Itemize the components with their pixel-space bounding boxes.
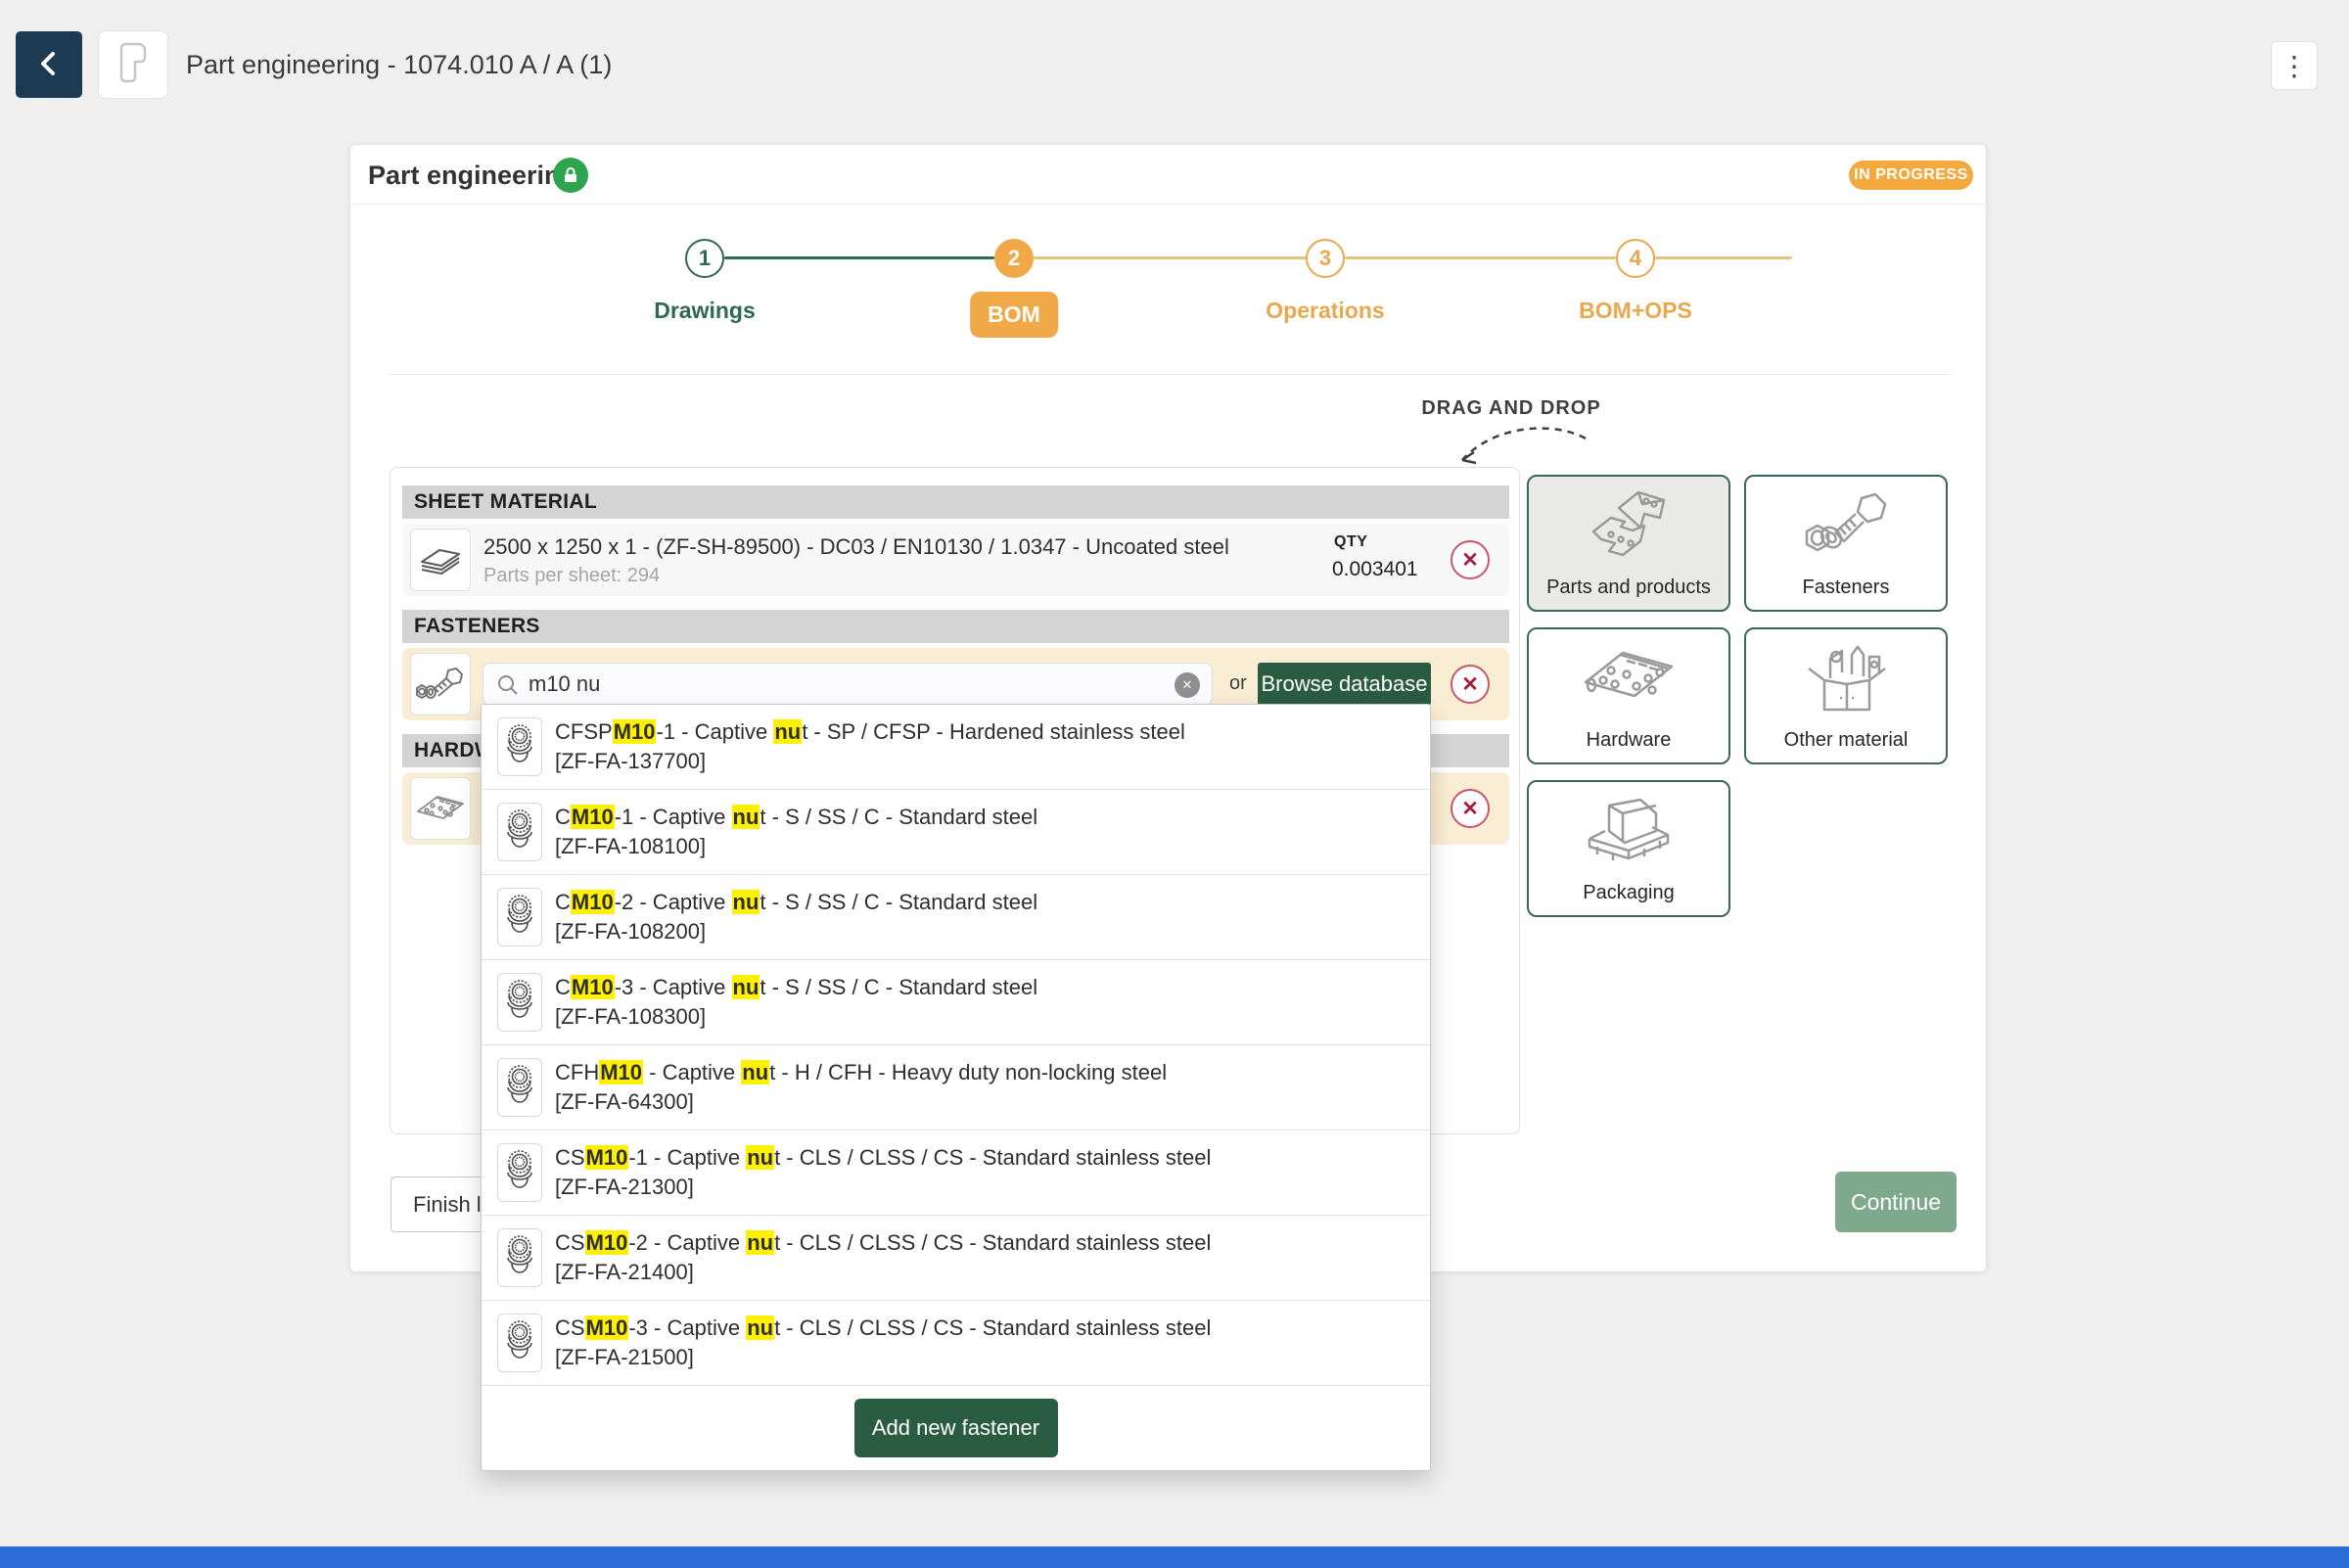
kebab-menu-button[interactable]: ⋮ xyxy=(2271,41,2318,90)
result-text: CM10-1 - Captive nut - S / SS / C - Stan… xyxy=(555,803,1037,861)
search-result-item[interactable]: CFSPM10-1 - Captive nut - SP / CFSP - Ha… xyxy=(482,705,1430,790)
result-text: CM10-2 - Captive nut - S / SS / C - Stan… xyxy=(555,888,1037,946)
qty-value: 0.003401 xyxy=(1332,558,1430,581)
fastener-search-box: ✕ xyxy=(483,663,1213,706)
step-4-circle[interactable]: 4 xyxy=(1616,239,1655,278)
bolt-nut-small-icon xyxy=(410,653,471,715)
category-label: Fasteners xyxy=(1746,576,1946,599)
divider xyxy=(350,204,1986,205)
box-tools-icon xyxy=(1801,637,1891,724)
category-card-hardware[interactable]: Hardware xyxy=(1527,627,1730,764)
part-outline-icon xyxy=(114,40,153,90)
status-badge: IN PROGRESS xyxy=(1849,161,1973,190)
result-text: CM10-3 - Captive nut - S / SS / C - Stan… xyxy=(555,973,1037,1032)
material-category-palette: Parts and products Fasteners Hardware Other… xyxy=(1527,475,1950,917)
category-label: Other material xyxy=(1746,729,1946,752)
search-result-item[interactable]: CSM10-2 - Captive nut - CLS / CLSS / CS … xyxy=(482,1216,1430,1301)
step-4-label[interactable]: BOM+OPS xyxy=(1579,298,1692,324)
section-header-sheet-material: SHEET MATERIAL xyxy=(402,485,1509,519)
step-2-circle[interactable]: 2 xyxy=(994,239,1034,278)
stepper-line-4 xyxy=(1655,256,1792,259)
category-label: Hardware xyxy=(1529,729,1728,752)
result-text: CFHM10 - Captive nut - H / CFH - Heavy d… xyxy=(555,1058,1167,1117)
captive-nut-icon xyxy=(497,717,542,776)
drag-and-drop-label: DRAG AND DROP xyxy=(1421,397,1600,420)
search-result-item[interactable]: CM10-3 - Captive nut - S / SS / C - Stan… xyxy=(482,960,1430,1045)
step-1-label[interactable]: Drawings xyxy=(654,298,756,324)
step-3-circle[interactable]: 3 xyxy=(1306,239,1345,278)
card-title: Part engineering xyxy=(368,161,576,191)
captive-nut-icon xyxy=(497,973,542,1032)
captive-nut-icon xyxy=(497,803,542,861)
sheet-stack-icon xyxy=(410,529,471,591)
category-card-packaging[interactable]: Packaging xyxy=(1527,780,1730,917)
result-text: CSM10-2 - Captive nut - CLS / CLSS / CS … xyxy=(555,1228,1211,1287)
category-card-other-material[interactable]: Other material xyxy=(1744,627,1948,764)
stepper-line-3 xyxy=(1345,256,1616,259)
captive-nut-icon xyxy=(497,1143,542,1202)
add-new-fastener-button[interactable]: Add new fastener xyxy=(854,1399,1058,1457)
result-text: CFSPM10-1 - Captive nut - SP / CFSP - Ha… xyxy=(555,717,1185,776)
category-card-parts-and-products[interactable]: Parts and products xyxy=(1527,475,1730,612)
stepper-line-1 xyxy=(724,256,994,259)
remove-hardware-button[interactable]: ✕ xyxy=(1451,789,1490,828)
parts-per-sheet: Parts per sheet: 294 xyxy=(484,565,660,587)
remove-fastener-button[interactable]: ✕ xyxy=(1451,665,1490,704)
divider xyxy=(388,374,1951,375)
captive-nut-icon xyxy=(497,1314,542,1372)
sheet-parts-icon xyxy=(1582,484,1676,572)
hinge-icon xyxy=(1580,637,1678,720)
continue-button[interactable]: Continue xyxy=(1835,1172,1957,1232)
qty-block: QTY 0.003401 xyxy=(1332,533,1430,581)
search-result-item[interactable]: CM10-2 - Captive nut - S / SS / C - Stan… xyxy=(482,875,1430,960)
fastener-search-dropdown: CFSPM10-1 - Captive nut - SP / CFSP - Ha… xyxy=(481,704,1431,1471)
bottom-bar xyxy=(0,1546,2349,1568)
or-label: or xyxy=(1229,672,1247,695)
result-text: CSM10-3 - Captive nut - CLS / CLSS / CS … xyxy=(555,1314,1211,1372)
category-label: Packaging xyxy=(1529,882,1728,904)
search-result-item[interactable]: CSM10-1 - Captive nut - CLS / CLSS / CS … xyxy=(482,1130,1430,1216)
back-button[interactable] xyxy=(16,31,82,98)
clear-search-icon[interactable]: ✕ xyxy=(1174,672,1200,698)
search-result-item[interactable]: CM10-1 - Captive nut - S / SS / C - Stan… xyxy=(482,790,1430,875)
search-icon xyxy=(497,674,519,701)
dropdown-footer: Add new fastener xyxy=(482,1386,1430,1470)
page-title: Part engineering - 1074.010 A / A (1) xyxy=(186,49,612,80)
bolt-nut-icon xyxy=(1799,484,1893,572)
remove-sheet-button[interactable]: ✕ xyxy=(1451,540,1490,579)
captive-nut-icon xyxy=(497,1228,542,1287)
fastener-search-input[interactable] xyxy=(529,665,1145,704)
search-result-item[interactable]: CSM10-3 - Captive nut - CLS / CLSS / CS … xyxy=(482,1301,1430,1386)
category-label: Parts and products xyxy=(1529,576,1728,599)
category-card-fasteners[interactable]: Fasteners xyxy=(1744,475,1948,612)
stepper-line-2 xyxy=(1034,256,1306,259)
step-2-label[interactable]: BOM xyxy=(970,292,1058,338)
chevron-left-icon xyxy=(36,49,62,81)
search-result-item[interactable]: CFHM10 - Captive nut - H / CFH - Heavy d… xyxy=(482,1045,1430,1130)
step-3-label[interactable]: Operations xyxy=(1266,298,1384,324)
sheet-material-row: 2500 x 1250 x 1 - (ZF-SH-89500) - DC03 /… xyxy=(402,524,1509,596)
step-1-circle[interactable]: 1 xyxy=(685,239,724,278)
result-text: CSM10-1 - Captive nut - CLS / CLSS / CS … xyxy=(555,1143,1211,1202)
lock-icon xyxy=(553,158,588,193)
browse-database-button[interactable]: Browse database xyxy=(1258,663,1431,706)
sheet-material-title: 2500 x 1250 x 1 - (ZF-SH-89500) - DC03 /… xyxy=(484,534,1229,560)
hinge-small-icon xyxy=(410,777,471,840)
section-header-fasteners: FASTENERS xyxy=(402,610,1509,643)
qty-label: QTY xyxy=(1334,533,1430,551)
pallet-icon xyxy=(1580,790,1678,879)
captive-nut-icon xyxy=(497,1058,542,1117)
part-thumbnail xyxy=(98,30,168,99)
captive-nut-icon xyxy=(497,888,542,946)
